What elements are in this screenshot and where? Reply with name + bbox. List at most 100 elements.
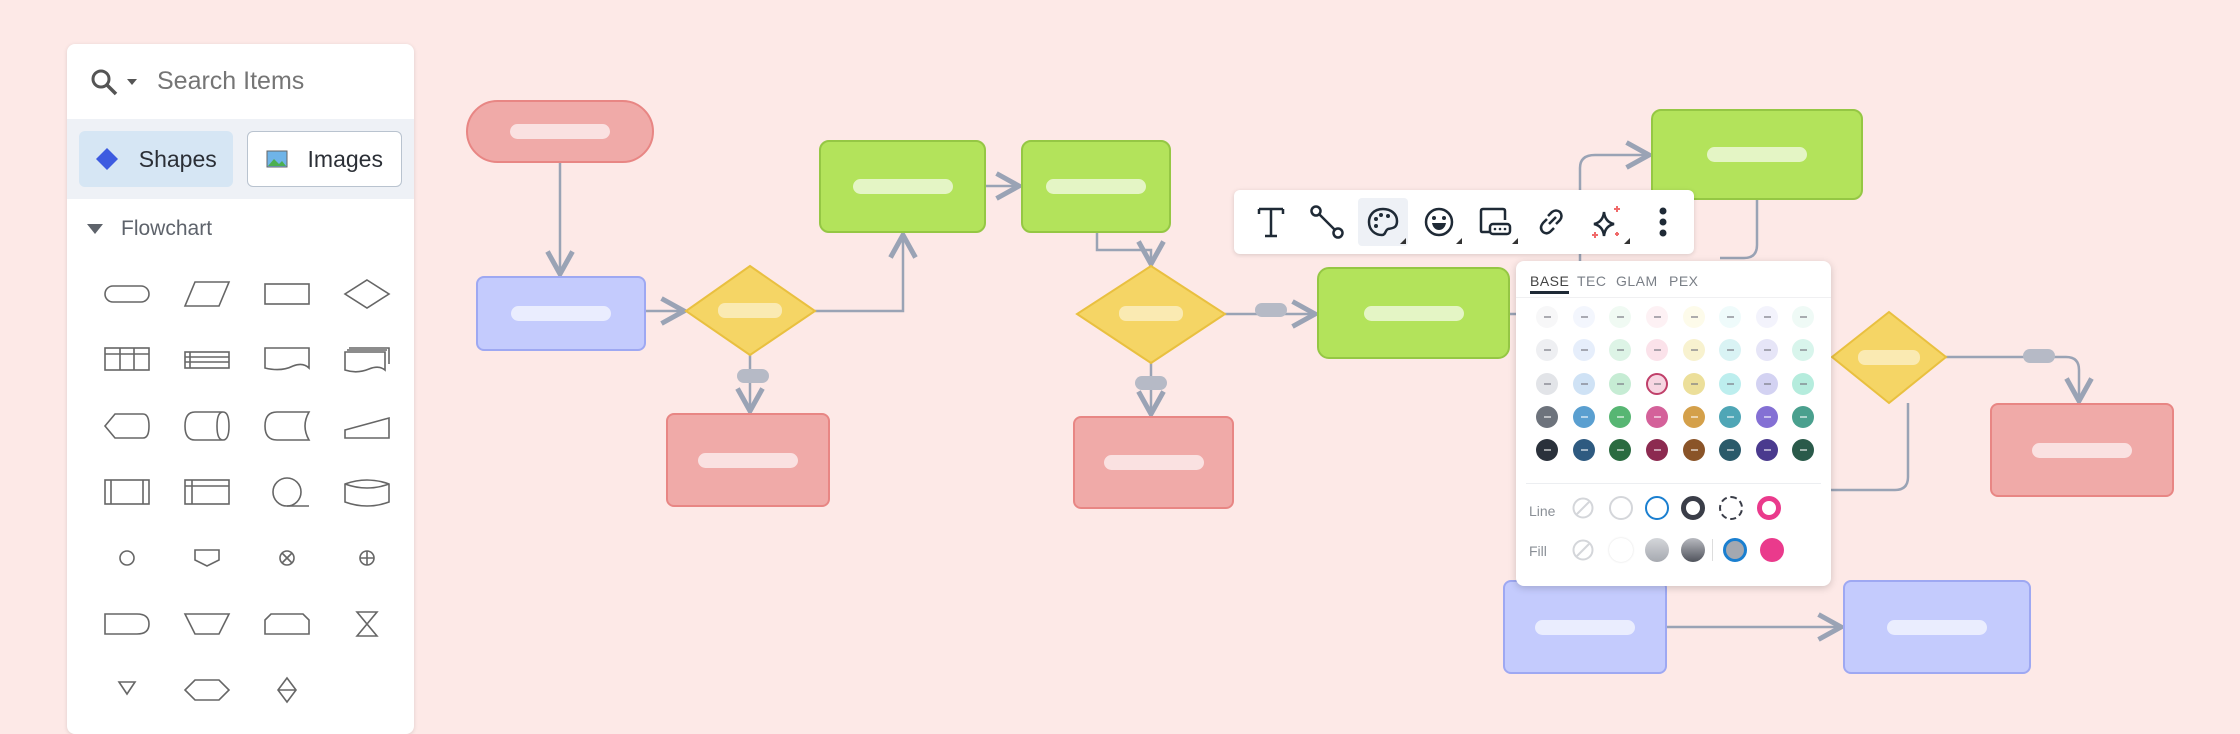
fill-dark-gradient[interactable]	[1681, 538, 1705, 562]
color-swatch[interactable]	[1792, 373, 1814, 395]
shape-manual-input[interactable]	[327, 393, 407, 459]
color-swatch[interactable]	[1609, 439, 1631, 461]
flowchart-section-header[interactable]: Flowchart	[67, 199, 414, 241]
color-swatch[interactable]	[1536, 306, 1558, 328]
connector-label[interactable]	[1255, 303, 1287, 317]
more-button[interactable]	[1638, 198, 1688, 246]
color-swatch[interactable]	[1719, 439, 1741, 461]
shape-internal-storage[interactable]	[87, 327, 167, 393]
color-swatch[interactable]	[1609, 339, 1631, 361]
color-swatch[interactable]	[1646, 373, 1668, 395]
shape-terminator[interactable]	[87, 261, 167, 327]
shape-list[interactable]	[167, 327, 247, 393]
shape-process[interactable]	[247, 261, 327, 327]
shape-manual-operation[interactable]	[167, 591, 247, 657]
color-swatch[interactable]	[1646, 406, 1668, 428]
process-node[interactable]	[1317, 267, 1510, 359]
process-node[interactable]	[476, 276, 646, 351]
line-thin-light[interactable]	[1609, 496, 1633, 520]
process-node[interactable]	[1990, 403, 2174, 497]
color-swatch[interactable]	[1683, 306, 1705, 328]
process-node[interactable]	[1503, 580, 1667, 674]
color-swatch[interactable]	[1683, 439, 1705, 461]
shape-collate[interactable]	[327, 591, 407, 657]
shape-multi-document[interactable]	[327, 327, 407, 393]
shape-loop-limit[interactable]	[247, 591, 327, 657]
fill-pink[interactable]	[1760, 538, 1784, 562]
connector-label[interactable]	[737, 369, 769, 383]
shape-table[interactable]	[167, 459, 247, 525]
color-swatch[interactable]	[1573, 306, 1595, 328]
color-swatch[interactable]	[1719, 306, 1741, 328]
color-swatch[interactable]	[1719, 339, 1741, 361]
color-swatch[interactable]	[1719, 406, 1741, 428]
color-swatch[interactable]	[1792, 306, 1814, 328]
no-fill-icon[interactable]	[1572, 539, 1594, 561]
color-swatch[interactable]	[1683, 406, 1705, 428]
color-swatch[interactable]	[1719, 373, 1741, 395]
color-swatch[interactable]	[1792, 339, 1814, 361]
shape-predefined-process[interactable]	[87, 459, 167, 525]
shape-display[interactable]	[87, 393, 167, 459]
shape-delay-d[interactable]	[87, 591, 167, 657]
palette-tab-glam[interactable]: GLAM	[1616, 273, 1658, 289]
color-swatch[interactable]	[1536, 339, 1558, 361]
shape-off-page[interactable]	[167, 525, 247, 591]
connector-button[interactable]	[1302, 198, 1352, 246]
shape-sort[interactable]	[247, 657, 327, 723]
color-swatch[interactable]	[1756, 306, 1778, 328]
emoji-button[interactable]	[1414, 198, 1464, 246]
shape-delay[interactable]	[247, 393, 327, 459]
shape-document[interactable]	[247, 327, 327, 393]
process-node[interactable]	[1651, 109, 1863, 200]
process-node[interactable]	[1843, 580, 2031, 674]
link-button[interactable]	[1526, 198, 1576, 246]
shape-database[interactable]	[327, 459, 407, 525]
no-line-icon[interactable]	[1572, 497, 1594, 519]
process-node[interactable]	[1073, 416, 1234, 509]
color-swatch[interactable]	[1536, 373, 1558, 395]
shape-merge[interactable]	[87, 657, 167, 723]
line-dashed[interactable]	[1719, 496, 1743, 520]
line-pink[interactable]	[1757, 496, 1781, 520]
color-swatch[interactable]	[1646, 339, 1668, 361]
search-icon[interactable]	[89, 67, 119, 97]
chevron-down-icon[interactable]	[127, 78, 137, 85]
shape-circle-tape[interactable]	[247, 459, 327, 525]
line-blue[interactable]	[1645, 496, 1669, 520]
tab-shapes[interactable]: Shapes	[79, 131, 233, 187]
shape-data[interactable]	[167, 261, 247, 327]
color-swatch[interactable]	[1646, 439, 1668, 461]
connector-label[interactable]	[1135, 376, 1167, 390]
text-button[interactable]	[1246, 198, 1296, 246]
color-swatch[interactable]	[1756, 406, 1778, 428]
color-swatch[interactable]	[1573, 339, 1595, 361]
color-swatch[interactable]	[1756, 339, 1778, 361]
color-swatch[interactable]	[1609, 306, 1631, 328]
palette-tab-pex[interactable]: PEX	[1669, 273, 1699, 289]
color-swatch[interactable]	[1536, 439, 1558, 461]
fill-current-color[interactable]	[1723, 538, 1747, 562]
color-swatch[interactable]	[1573, 406, 1595, 428]
color-swatch[interactable]	[1646, 306, 1668, 328]
shape-decision[interactable]	[327, 261, 407, 327]
color-swatch[interactable]	[1573, 373, 1595, 395]
terminator-node[interactable]	[466, 100, 654, 163]
color-swatch[interactable]	[1756, 373, 1778, 395]
color-swatch[interactable]	[1683, 339, 1705, 361]
process-node[interactable]	[819, 140, 986, 233]
ai-button[interactable]	[1582, 198, 1632, 246]
style-button[interactable]	[1358, 198, 1408, 246]
connector-label[interactable]	[2023, 349, 2055, 363]
color-swatch[interactable]	[1573, 439, 1595, 461]
search-input[interactable]	[157, 67, 377, 96]
caption-button[interactable]	[1470, 198, 1520, 246]
process-node[interactable]	[1021, 140, 1171, 233]
shape-or[interactable]	[327, 525, 407, 591]
palette-tab-base[interactable]: BASE	[1530, 273, 1570, 294]
tab-images[interactable]: Images	[246, 131, 402, 187]
color-swatch[interactable]	[1683, 373, 1705, 395]
line-thick-dark[interactable]	[1681, 496, 1705, 520]
color-swatch[interactable]	[1609, 406, 1631, 428]
shape-stored-data[interactable]	[167, 393, 247, 459]
